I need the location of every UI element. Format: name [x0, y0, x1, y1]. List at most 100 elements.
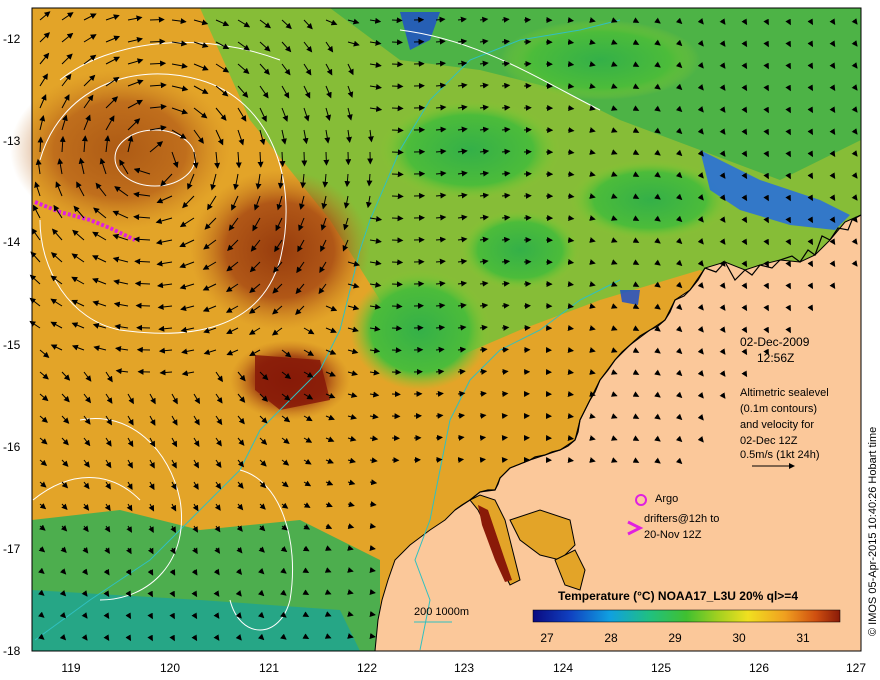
colorbar-tick: 31: [796, 631, 810, 645]
velocity-arrow: [567, 215, 575, 222]
velocity-arrow: [391, 105, 404, 112]
velocity-arrow: [479, 457, 486, 463]
velocity-arrow: [567, 149, 575, 156]
velocity-arrow: [501, 346, 509, 353]
velocity-arrow: [501, 368, 509, 375]
velocity-arrow: [567, 39, 575, 45]
velocity-arrow: [501, 60, 511, 67]
velocity-arrow: [391, 259, 404, 266]
y-tick: -12: [3, 32, 21, 46]
velocity-arrow: [567, 61, 575, 68]
velocity-arrow: [567, 435, 574, 441]
velocity-arrow: [457, 412, 465, 419]
velocity-arrow: [279, 151, 286, 168]
velocity-arrow: [391, 171, 404, 178]
velocity-arrow: [391, 39, 403, 46]
x-tick: 125: [651, 661, 671, 675]
drifters-line: 20-Nov 12Z: [644, 529, 702, 541]
velocity-arrow: [135, 302, 151, 309]
argo-label: Argo: [655, 493, 678, 505]
velocity-arrow: [435, 390, 444, 397]
x-tick: 127: [846, 661, 866, 675]
velocity-arrow: [567, 105, 575, 112]
velocity-arrow: [149, 38, 166, 45]
velocity-arrow: [501, 435, 508, 441]
velocity-arrow: [479, 390, 487, 397]
velocity-arrow: [567, 127, 575, 134]
velocity-arrow: [134, 258, 151, 265]
map-date: 02-Dec-2009: [740, 335, 810, 349]
velocity-arrow: [435, 456, 443, 463]
velocity-arrow: [391, 17, 403, 24]
velocity-arrow: [567, 193, 575, 200]
velocity-arrow: [391, 193, 404, 200]
velocity-arrow: [323, 151, 330, 166]
colorbar-tick: 27: [540, 631, 554, 645]
velocity-arrow: [391, 237, 404, 244]
velocity-arrow: [501, 302, 510, 309]
altimetry-line: Altimetric sealevel: [740, 387, 829, 399]
y-tick: -14: [3, 235, 21, 249]
x-tick: 121: [259, 661, 279, 675]
velocity-arrow: [391, 215, 404, 222]
y-tick: -16: [3, 440, 21, 454]
velocity-arrow: [391, 281, 403, 288]
velocity-arrow: [567, 17, 574, 23]
x-tick: 126: [749, 661, 769, 675]
velocity-arrow: [501, 413, 508, 419]
velocity-arrow: [457, 457, 465, 463]
x-tick: 119: [61, 661, 80, 675]
velocity-arrow: [457, 434, 465, 441]
velocity-arrow: [391, 83, 404, 90]
x-tick: 122: [357, 661, 377, 675]
altimetry-line: (0.1m contours): [740, 403, 817, 415]
velocity-arrow: [479, 435, 487, 441]
velocity-arrow: [501, 457, 508, 463]
colorbar-tick: 30: [732, 631, 746, 645]
colorbar-ramp: [532, 609, 841, 623]
velocity-arrow: [567, 413, 574, 419]
velocity-arrow: [435, 324, 446, 331]
velocity-arrow: [501, 324, 510, 331]
velocity-arrow: [501, 258, 511, 265]
velocity-arrow: [501, 104, 511, 111]
velocity-arrow: [567, 303, 574, 309]
velocity-arrow: [149, 16, 165, 23]
velocity-arrow: [391, 303, 403, 310]
velocity-arrow: [567, 457, 574, 463]
x-tick: 120: [160, 661, 180, 675]
velocity-arrow: [567, 83, 575, 90]
velocity-arrow: [567, 325, 574, 331]
isobath-label: 200 1000m: [414, 606, 469, 618]
velocity-arrow: [435, 412, 444, 419]
y-tick: -13: [3, 134, 21, 148]
velocity-arrow: [567, 391, 574, 397]
colorbar-title: Temperature (°C) NOAA17_L3U 20% ql>=4: [558, 589, 798, 603]
velocity-arrow: [567, 259, 575, 265]
colorbar-tick: 28: [604, 631, 618, 645]
velocity-arrow: [435, 346, 445, 353]
x-tick: 123: [454, 661, 474, 675]
velocity-arrow: [301, 151, 308, 167]
velocity-arrow: [501, 390, 509, 397]
velocity-arrow: [567, 369, 574, 375]
velocity-arrow: [391, 149, 404, 156]
credit-text: © IMOS 05-Apr-2015 10:40:26 Hobart time: [867, 427, 879, 636]
sst-map: -12 -13 -14 -15 -16 -17 -18 119 120 121 …: [3, 7, 879, 675]
velocity-arrow: [501, 38, 510, 45]
velocity-arrow: [567, 237, 575, 244]
velocity-arrow: [567, 171, 575, 178]
y-tick: -15: [3, 338, 21, 352]
velocity-arrow: [391, 61, 404, 68]
map-time: 12:56Z: [757, 351, 794, 365]
x-tick: 124: [553, 661, 573, 675]
altimetry-line: 02-Dec 12Z: [740, 435, 798, 447]
velocity-arrow: [501, 214, 511, 221]
velocity-arrow: [479, 412, 487, 419]
velocity-arrow: [567, 347, 574, 353]
velocity-arrow: [567, 281, 574, 287]
colorbar-tick: 29: [668, 631, 682, 645]
y-tick: -17: [3, 542, 21, 556]
y-tick: -18: [3, 644, 21, 658]
velocity-arrow: [391, 325, 403, 332]
